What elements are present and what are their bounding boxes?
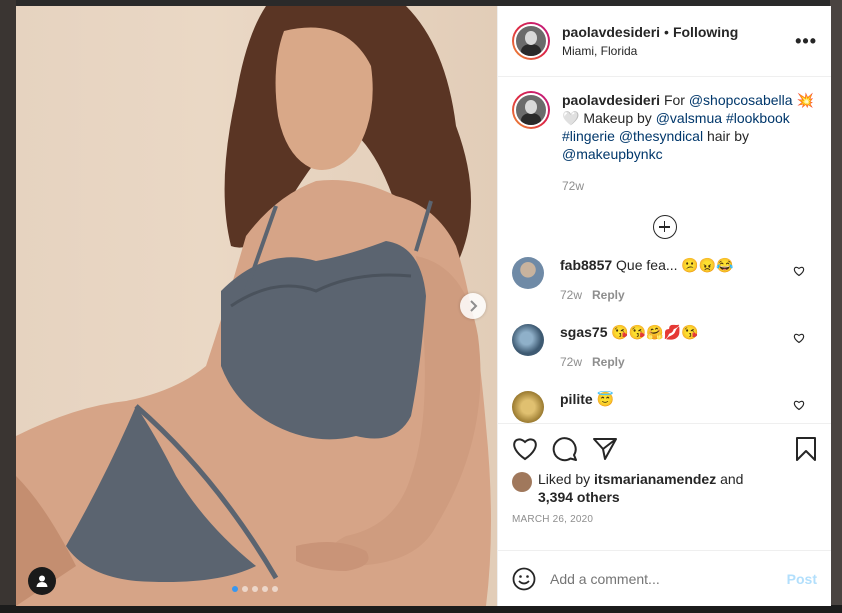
mention-link[interactable]: @shopcosabella bbox=[689, 92, 793, 108]
caption-age[interactable]: 72w bbox=[562, 177, 814, 195]
following-button[interactable]: Following bbox=[673, 24, 738, 40]
comment-text: 😘😘🤗💋😘 bbox=[611, 324, 699, 340]
liker-username[interactable]: itsmarianamendez bbox=[594, 471, 716, 487]
post-location[interactable]: Miami, Florida bbox=[562, 44, 795, 58]
post-photo[interactable] bbox=[16, 6, 497, 606]
share-icon[interactable] bbox=[592, 437, 618, 461]
backdrop-right bbox=[830, 0, 842, 613]
caption-username[interactable]: paolavdesideri bbox=[562, 92, 660, 108]
comment-text: 😇 bbox=[596, 391, 614, 407]
reply-button[interactable]: Reply bbox=[592, 288, 625, 302]
author-username[interactable]: paolavdesideri bbox=[562, 24, 660, 40]
commenter-avatar[interactable] bbox=[512, 391, 544, 423]
reply-button[interactable]: Reply bbox=[592, 355, 625, 369]
carousel-dot bbox=[232, 586, 238, 592]
comments-list[interactable]: paolavdesideri For @shopcosabella 💥🤍 Mak… bbox=[498, 77, 831, 423]
post-sidebar: paolavdesideri • Following Miami, Florid… bbox=[497, 6, 831, 606]
mention-link[interactable]: @makeupbynkc bbox=[562, 146, 663, 162]
next-photo-button[interactable] bbox=[460, 293, 486, 319]
load-more-comments[interactable] bbox=[512, 215, 817, 239]
commenter-avatar[interactable] bbox=[512, 257, 544, 289]
hashtag-link[interactable]: #lingerie bbox=[562, 128, 615, 144]
commenter-username[interactable]: fab8857 bbox=[560, 257, 612, 273]
emoji-icon[interactable] bbox=[512, 567, 536, 591]
user-tag-icon bbox=[36, 575, 48, 587]
likes-count[interactable]: 3,394 others bbox=[538, 489, 620, 505]
commenter-username[interactable]: sgas75 bbox=[560, 324, 607, 340]
likes-mid: and bbox=[716, 471, 744, 487]
caption-text: For bbox=[663, 92, 689, 108]
post-actions: Liked by itsmarianamendez and 3,394 othe… bbox=[498, 423, 831, 550]
backdrop-left bbox=[0, 0, 16, 613]
carousel-dot bbox=[242, 586, 248, 592]
liker-avatar[interactable] bbox=[512, 472, 532, 492]
commenter-username[interactable]: pilite bbox=[560, 391, 593, 407]
tagged-users-button[interactable] bbox=[28, 567, 56, 595]
post-caption: paolavdesideri For @shopcosabella 💥🤍 Mak… bbox=[512, 91, 817, 195]
heart-icon[interactable] bbox=[793, 265, 805, 277]
mention-link[interactable]: @thesyndical bbox=[619, 128, 703, 144]
comment-age[interactable]: 72w bbox=[560, 288, 582, 302]
likes-summary: Liked by itsmarianamendez and 3,394 othe… bbox=[512, 470, 817, 506]
chevron-right-icon bbox=[470, 300, 478, 312]
more-icon[interactable]: ••• bbox=[795, 31, 817, 52]
backdrop-bottom bbox=[0, 605, 842, 613]
likes-prefix: Liked by bbox=[538, 471, 595, 487]
photo-image bbox=[16, 6, 491, 606]
heart-icon[interactable] bbox=[512, 437, 538, 461]
comment-item: pilite 😇 bbox=[512, 391, 817, 423]
plus-circle-icon[interactable] bbox=[652, 215, 677, 239]
header-separator: • bbox=[664, 24, 669, 40]
post-modal: paolavdesideri • Following Miami, Florid… bbox=[16, 6, 831, 606]
carousel-dot bbox=[272, 586, 278, 592]
comment-text: Que fea... 😕😠😂 bbox=[616, 257, 734, 273]
comment-item: sgas75 😘😘🤗💋😘 72w Reply bbox=[512, 324, 817, 369]
carousel-indicator bbox=[232, 586, 278, 592]
heart-icon[interactable] bbox=[793, 399, 805, 411]
author-avatar[interactable] bbox=[512, 22, 550, 60]
add-comment-bar: Post bbox=[498, 550, 831, 606]
caption-text: hair by bbox=[703, 128, 750, 144]
heart-icon[interactable] bbox=[793, 332, 805, 344]
commenter-avatar[interactable] bbox=[512, 324, 544, 356]
post-date[interactable]: MARCH 26, 2020 bbox=[512, 514, 817, 525]
bookmark-icon[interactable] bbox=[795, 436, 817, 462]
post-comment-button[interactable]: Post bbox=[787, 571, 817, 587]
carousel-dot bbox=[262, 586, 268, 592]
comment-age[interactable]: 72w bbox=[560, 355, 582, 369]
carousel-dot bbox=[252, 586, 258, 592]
hashtag-link[interactable]: #lookbook bbox=[726, 110, 790, 126]
post-header: paolavdesideri • Following Miami, Florid… bbox=[498, 6, 831, 77]
comment-item: fab8857 Que fea... 😕😠😂 72w Reply bbox=[512, 257, 817, 302]
comment-icon[interactable] bbox=[552, 436, 578, 462]
comment-input[interactable] bbox=[550, 570, 787, 587]
mention-link[interactable]: @valsmua bbox=[656, 110, 722, 126]
caption-avatar[interactable] bbox=[512, 91, 550, 129]
